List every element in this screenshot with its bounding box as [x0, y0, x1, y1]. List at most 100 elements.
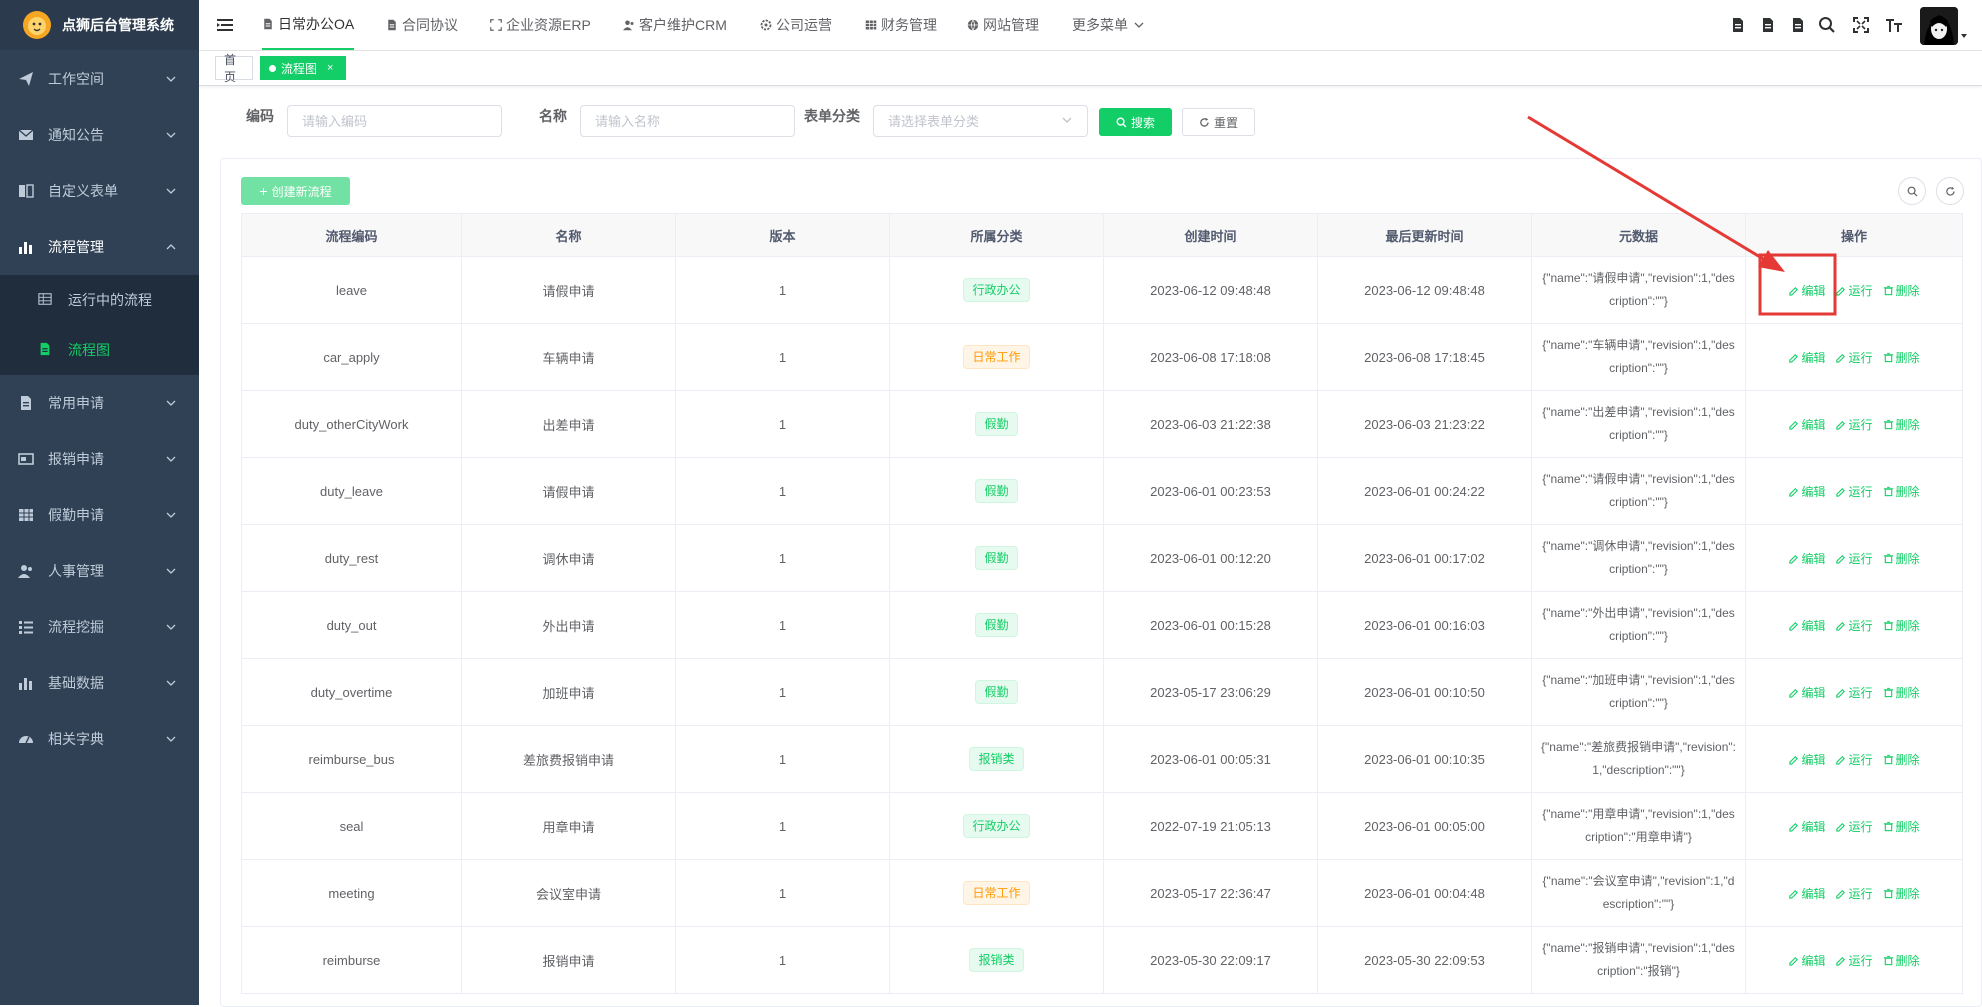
- search-icon[interactable]: [1818, 16, 1836, 34]
- row-actions: 编辑 运行 删除: [1754, 818, 1954, 835]
- name-input[interactable]: [580, 105, 795, 137]
- run-button[interactable]: 运行: [1835, 617, 1873, 634]
- category-select[interactable]: [873, 105, 1088, 137]
- edit-button-label: 编辑: [1801, 685, 1826, 700]
- cell-version: 1: [675, 926, 890, 994]
- nav-tab[interactable]: 财务管理: [865, 0, 937, 50]
- tag-home[interactable]: 首页: [215, 53, 253, 84]
- sidebar-item[interactable]: 常用申请: [0, 375, 199, 431]
- delete-button[interactable]: 删除: [1883, 483, 1920, 500]
- edit-icon: [1836, 621, 1846, 631]
- edit-button[interactable]: 编辑: [1788, 751, 1825, 768]
- sidebar-item[interactable]: 流程挖掘: [0, 599, 199, 655]
- run-button[interactable]: 运行: [1835, 282, 1873, 299]
- run-button[interactable]: 运行: [1835, 885, 1873, 902]
- run-button[interactable]: 运行: [1835, 550, 1873, 567]
- table-icon: [865, 20, 877, 30]
- code-input[interactable]: [287, 105, 502, 137]
- nav-tab[interactable]: 网站管理: [967, 0, 1039, 50]
- run-button[interactable]: 运行: [1835, 483, 1873, 500]
- table-row: duty_leave 请假申请 1 假勤 2023-06-01 00:23:53 2023…: [241, 457, 1963, 525]
- cell-category: 报销类: [889, 725, 1104, 793]
- delete-button[interactable]: 删除: [1883, 818, 1920, 835]
- delete-button[interactable]: 删除: [1883, 617, 1920, 634]
- edit-button-label: 编辑: [1801, 752, 1826, 767]
- sidebar-item[interactable]: 工作空间: [0, 51, 199, 107]
- sidebar-item[interactable]: 人事管理: [0, 543, 199, 599]
- delete-button[interactable]: 删除: [1883, 684, 1920, 701]
- nav-tab[interactable]: 企业资源ERP: [490, 0, 591, 50]
- sidebar-item[interactable]: 自定义表单: [0, 163, 199, 219]
- sidebar-item[interactable]: 相关字典: [0, 711, 199, 767]
- sidebar-item[interactable]: 报销申请: [0, 431, 199, 487]
- nav-tab-label: 公司运营: [776, 17, 832, 33]
- search-button[interactable]: 搜索: [1099, 108, 1172, 136]
- cell-updated: 2023-06-01 00:17:02: [1317, 524, 1532, 592]
- delete-button[interactable]: 删除: [1883, 952, 1920, 969]
- sidebar-subitem[interactable]: 流程图: [0, 325, 199, 375]
- delete-button[interactable]: 删除: [1883, 349, 1920, 366]
- sidebar-item[interactable]: 基础数据: [0, 655, 199, 711]
- run-button[interactable]: 运行: [1835, 751, 1873, 768]
- toggle-search-button[interactable]: [1898, 177, 1926, 205]
- tag-current[interactable]: 流程图 ×: [260, 56, 346, 80]
- delete-button[interactable]: 删除: [1883, 550, 1920, 567]
- delete-button[interactable]: 删除: [1883, 282, 1920, 299]
- nav-tab[interactable]: 日常办公OA: [262, 0, 355, 50]
- refresh-button[interactable]: [1936, 177, 1964, 205]
- delete-button[interactable]: 删除: [1883, 751, 1920, 768]
- edit-icon: [1789, 956, 1799, 966]
- run-button[interactable]: 运行: [1835, 349, 1873, 366]
- sidebar-subitem[interactable]: 运行中的流程: [0, 275, 199, 325]
- create-process-button[interactable]: + 创建新流程: [241, 177, 350, 205]
- edit-button[interactable]: 编辑: [1788, 483, 1825, 500]
- edit-button[interactable]: 编辑: [1788, 684, 1825, 701]
- delete-button[interactable]: 删除: [1883, 885, 1920, 902]
- sidebar-item[interactable]: 通知公告: [0, 107, 199, 163]
- nav-tab[interactable]: 客户维护CRM: [623, 0, 727, 50]
- run-button[interactable]: 运行: [1835, 952, 1873, 969]
- nav-tab[interactable]: 公司运营: [760, 0, 832, 50]
- chevron-down-icon: [166, 624, 176, 630]
- run-button[interactable]: 运行: [1835, 416, 1873, 433]
- edit-button[interactable]: 编辑: [1788, 416, 1825, 433]
- hamburger-icon[interactable]: [217, 17, 233, 33]
- avatar[interactable]: [1920, 7, 1958, 45]
- sidebar-item-label: 假勤申请: [48, 507, 104, 523]
- edit-button[interactable]: 编辑: [1788, 550, 1825, 567]
- list-icon: [19, 621, 33, 634]
- nav-tab-label: 合同协议: [402, 17, 458, 33]
- nav-tab[interactable]: 更多菜单: [1072, 0, 1144, 50]
- cell-metadata: {"name":"请假申请","revision":1,"description…: [1531, 457, 1746, 525]
- document-icon[interactable]: [1789, 16, 1807, 34]
- chevron-down-icon: [1134, 22, 1144, 28]
- table-header-cell: 版本: [675, 213, 890, 257]
- close-icon[interactable]: ×: [327, 62, 333, 74]
- run-button[interactable]: 运行: [1835, 684, 1873, 701]
- document-icon[interactable]: [1729, 16, 1747, 34]
- document-icon[interactable]: [1759, 16, 1777, 34]
- edit-button[interactable]: 编辑: [1788, 952, 1825, 969]
- delete-button[interactable]: 删除: [1883, 416, 1920, 433]
- fullscreen-icon[interactable]: [1852, 16, 1870, 34]
- cell-actions: 编辑 运行 删除: [1745, 725, 1963, 793]
- font-size-icon[interactable]: [1885, 16, 1903, 34]
- cell-created: 2023-06-01 00:12:20: [1103, 524, 1318, 592]
- nav-tab-label: 客户维护CRM: [639, 17, 727, 33]
- cell-metadata: {"name":"加班申请","revision":1,"description…: [1531, 658, 1746, 726]
- edit-button[interactable]: 编辑: [1788, 282, 1825, 299]
- sidebar-item[interactable]: 流程管理: [0, 219, 199, 275]
- edit-button[interactable]: 编辑: [1788, 885, 1825, 902]
- edit-button[interactable]: 编辑: [1788, 818, 1825, 835]
- nav-tab[interactable]: 合同协议: [386, 0, 458, 50]
- cell-version: 1: [675, 658, 890, 726]
- edit-button[interactable]: 编辑: [1788, 617, 1825, 634]
- cell-actions: 编辑 运行 删除: [1745, 457, 1963, 525]
- run-button[interactable]: 运行: [1835, 818, 1873, 835]
- edit-button[interactable]: 编辑: [1788, 349, 1825, 366]
- metadata-text: {"name":"报销申请","revision":1,"description…: [1542, 941, 1735, 978]
- paper-plane-icon: [19, 72, 33, 86]
- reset-button[interactable]: 重置: [1182, 108, 1255, 136]
- caret-down-icon[interactable]: [1961, 34, 1967, 38]
- sidebar-item[interactable]: 假勤申请: [0, 487, 199, 543]
